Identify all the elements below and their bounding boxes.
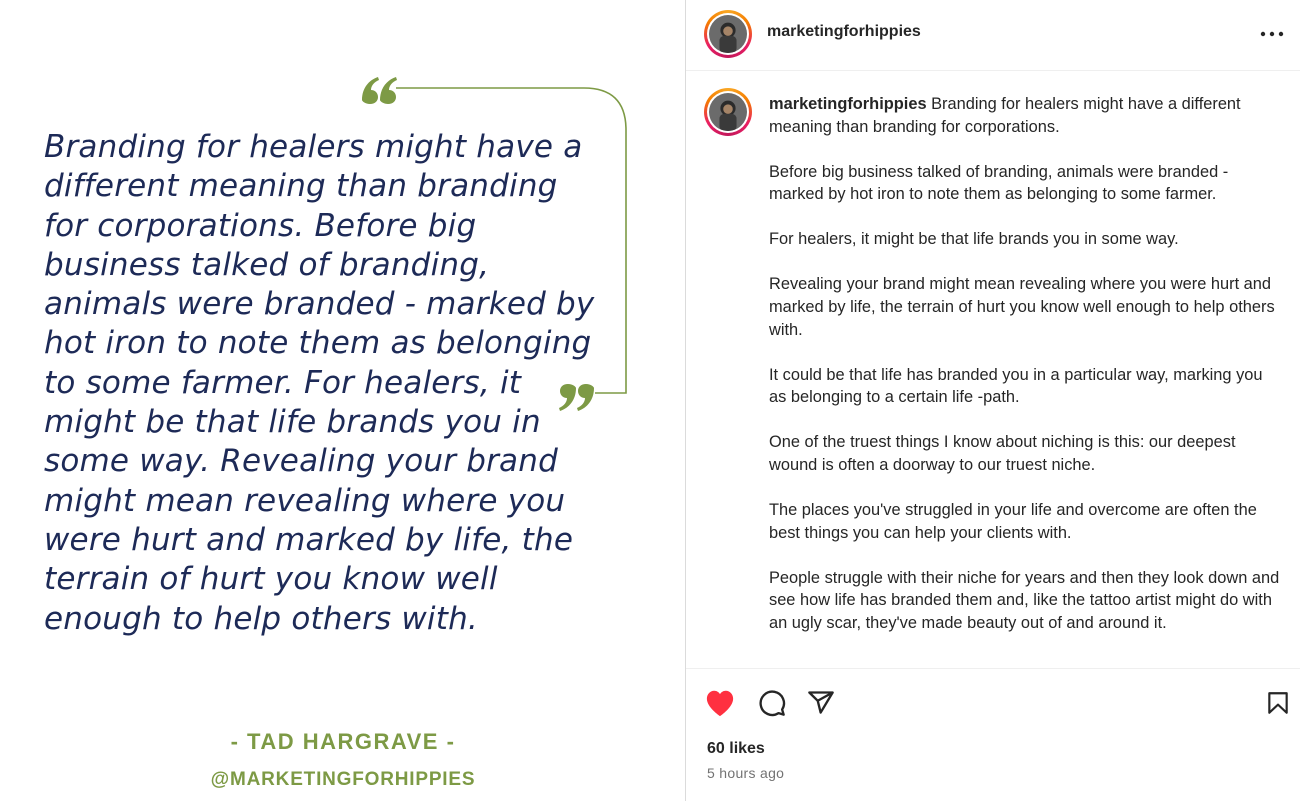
heart-filled-icon bbox=[706, 690, 734, 717]
post-header: marketingforhippies bbox=[686, 0, 1300, 71]
quote-text: Branding for healers might have a differ… bbox=[44, 129, 595, 637]
comment-icon bbox=[759, 690, 786, 717]
header-avatar[interactable] bbox=[704, 10, 752, 58]
like-button[interactable] bbox=[704, 687, 736, 719]
save-button[interactable] bbox=[1262, 687, 1294, 719]
caption-paragraph: People struggle with their niche for yea… bbox=[769, 568, 1280, 632]
comment-button[interactable] bbox=[756, 687, 788, 719]
caption-first-line: marketingforhippies Branding for healers… bbox=[769, 95, 1241, 136]
quote-handle: @MARKETINGFORHIPPIES bbox=[210, 769, 476, 790]
avatar-photo bbox=[709, 93, 747, 131]
caption-paragraph: It could be that life has branded you in… bbox=[769, 365, 1263, 407]
caption-username[interactable]: marketingforhippies bbox=[769, 95, 927, 113]
bookmark-icon bbox=[1268, 692, 1288, 714]
action-bar: 60 likes 5 hours ago bbox=[686, 668, 1300, 801]
open-quote-icon bbox=[362, 77, 397, 104]
avatar-photo bbox=[709, 15, 747, 53]
caption-avatar[interactable] bbox=[704, 88, 752, 136]
caption-text: marketingforhippies Branding for healers… bbox=[769, 93, 1281, 635]
likes-count[interactable]: 60 likes bbox=[707, 740, 765, 758]
more-options-button[interactable] bbox=[1257, 20, 1287, 48]
caption-paragraph: For healers, it might be that life brand… bbox=[769, 230, 1179, 249]
caption-paragraph: One of the truest things I know about ni… bbox=[769, 433, 1236, 475]
caption-paragraph: Before big business talked of branding, … bbox=[769, 162, 1229, 204]
post-image[interactable]: Branding for healers might have a differ… bbox=[0, 0, 686, 801]
header-username[interactable]: marketingforhippies bbox=[767, 23, 921, 41]
share-icon bbox=[808, 691, 834, 714]
post-sidebar: marketingforhippies marketingforhippies … bbox=[685, 0, 1300, 801]
post-timestamp[interactable]: 5 hours ago bbox=[707, 765, 784, 781]
caption-paragraph: Revealing your brand might mean revealin… bbox=[769, 275, 1275, 339]
quote-author: - TAD HARGRAVE - bbox=[230, 729, 456, 754]
share-button[interactable] bbox=[805, 687, 837, 719]
caption-area: marketingforhippies Branding for healers… bbox=[686, 72, 1300, 668]
more-horizontal-icon bbox=[1260, 31, 1284, 37]
caption-paragraph: The places you've struggled in your life… bbox=[769, 501, 1257, 542]
